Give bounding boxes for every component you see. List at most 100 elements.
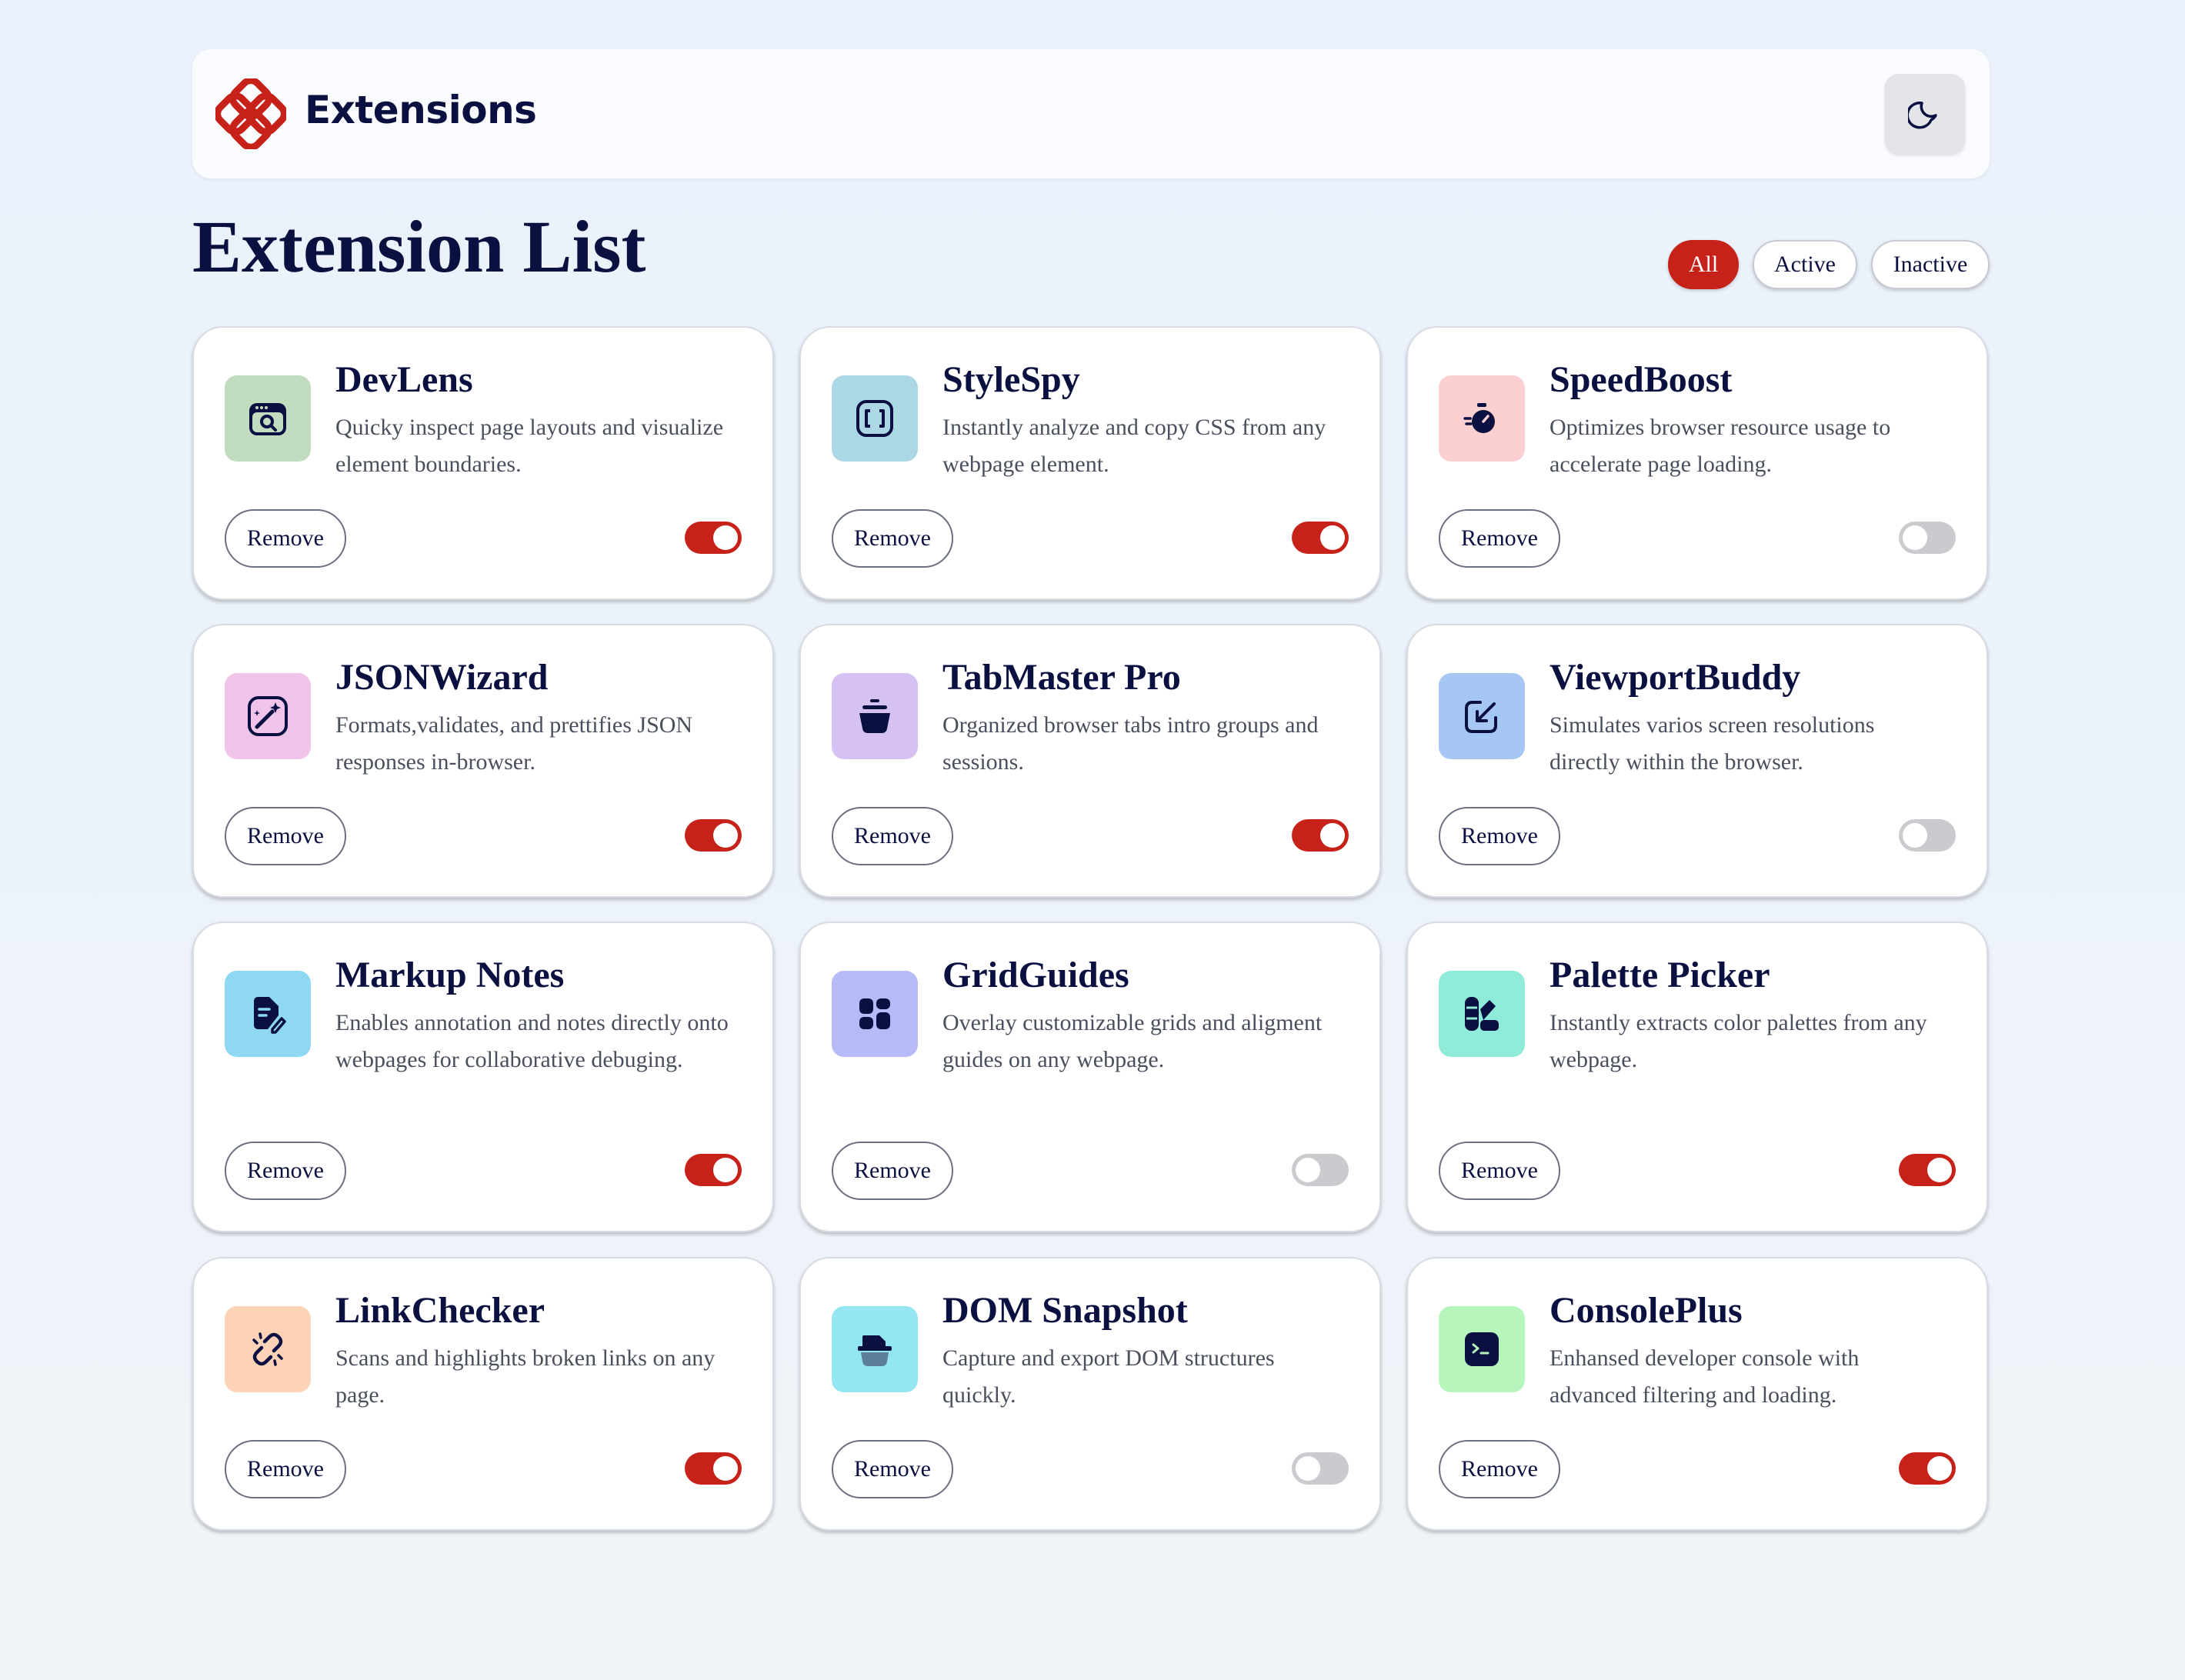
active-toggle[interactable] (1292, 522, 1349, 554)
extension-description: Capture and export DOM structures quickl… (942, 1345, 1275, 1408)
toggle-knob (1296, 1158, 1320, 1182)
extension-description: Simulates varios screen resolutions dire… (1550, 712, 1875, 775)
filter-all-button[interactable]: All (1668, 240, 1739, 289)
snapshot-icon (858, 1335, 892, 1366)
extension-icon-tile (832, 971, 918, 1057)
active-toggle[interactable] (1292, 819, 1349, 852)
extension-card-consoleplus: ConsolePlus Enhansed developer console w… (1406, 1257, 1988, 1531)
logo-icon (215, 78, 286, 149)
extension-icon-tile (832, 673, 918, 759)
extension-card-palette-picker: Palette Picker Instantly extracts color … (1406, 922, 1988, 1232)
stopwatch-icon (1463, 403, 1495, 433)
remove-button[interactable]: Remove (832, 807, 953, 865)
extension-card-viewportbuddy: ViewportBuddy Simulates varios screen re… (1406, 624, 1988, 898)
active-toggle[interactable] (1899, 1154, 1956, 1186)
remove-button[interactable]: Remove (832, 1142, 953, 1200)
extension-name: Markup Notes (335, 955, 565, 995)
active-toggle[interactable] (1899, 819, 1956, 852)
active-toggle[interactable] (1292, 1154, 1349, 1186)
extension-name: ConsolePlus (1550, 1290, 1743, 1331)
extension-icon-tile (225, 673, 311, 759)
remove-button[interactable]: Remove (832, 509, 953, 568)
extension-name: DOM Snapshot (942, 1290, 1188, 1331)
terminal-icon (1465, 1332, 1499, 1366)
extension-card-linkchecker: LinkChecker Scans and highlights broken … (192, 1257, 774, 1531)
active-toggle[interactable] (685, 522, 742, 554)
remove-button[interactable]: Remove (225, 1440, 346, 1498)
remove-button[interactable]: Remove (832, 1440, 953, 1498)
resize-arrow-icon (1465, 701, 1497, 733)
extension-name: DevLens (335, 359, 473, 400)
extension-icon-tile (1439, 1306, 1525, 1392)
page-title: Extension List (192, 205, 646, 288)
toggle-knob (713, 525, 738, 550)
extension-description: Optimizes browser resource usage to acce… (1550, 415, 1891, 477)
remove-button[interactable]: Remove (225, 509, 346, 568)
inspect-browser-icon (249, 403, 286, 435)
broken-link-icon (252, 1332, 283, 1366)
extension-icon-tile (1439, 673, 1525, 759)
toggle-knob (713, 1158, 738, 1182)
extension-card-speedboost: SpeedBoost Optimizes browser resource us… (1406, 326, 1988, 600)
app-header: Extensions (192, 49, 1990, 178)
extension-name: Palette Picker (1550, 955, 1770, 995)
extension-description: Scans and highlights broken links on any… (335, 1345, 716, 1408)
magic-wand-icon (248, 696, 288, 736)
extension-icon-tile (832, 1306, 918, 1392)
extension-name: JSONWizard (335, 657, 549, 698)
active-toggle[interactable] (685, 819, 742, 852)
toggle-knob (1903, 525, 1927, 550)
extension-description: Enhansed developer console with advanced… (1550, 1345, 1860, 1408)
extension-icon-tile (1439, 375, 1525, 462)
extension-card-markup-notes: Markup Notes Enables annotation and note… (192, 922, 774, 1232)
extension-card-dom-snapshot: DOM Snapshot Capture and export DOM stru… (799, 1257, 1381, 1531)
extension-icon-tile (1439, 971, 1525, 1057)
toggle-knob (1320, 525, 1345, 550)
extension-card-devlens: DevLens Quicky inspect page layouts and … (192, 326, 774, 600)
active-toggle[interactable] (685, 1154, 742, 1186)
active-toggle[interactable] (1899, 522, 1956, 554)
extension-icon-tile (832, 375, 918, 462)
brackets-icon (856, 400, 893, 437)
extension-card-stylespy: StyleSpy Instantly analyze and copy CSS … (799, 326, 1381, 600)
extension-icon-tile (225, 1306, 311, 1392)
remove-button[interactable]: Remove (225, 807, 346, 865)
remove-button[interactable]: Remove (225, 1142, 346, 1200)
extension-name: TabMaster Pro (942, 657, 1181, 698)
extension-name: StyleSpy (942, 359, 1080, 400)
remove-button[interactable]: Remove (1439, 807, 1560, 865)
filter-active-button[interactable]: Active (1753, 240, 1857, 289)
toggle-knob (713, 823, 738, 848)
extension-icon-tile (225, 375, 311, 462)
moon-icon (1908, 102, 1937, 129)
brand-name: Extensions (305, 88, 537, 132)
extension-card-gridguides: GridGuides Overlay customizable grids an… (799, 922, 1381, 1232)
active-toggle[interactable] (1899, 1452, 1956, 1485)
toggle-knob (713, 1456, 738, 1481)
filter-group: All Active Inactive (1668, 240, 1990, 289)
extension-description: Organized browser tabs intro groups and … (942, 712, 1319, 775)
theme-toggle-button[interactable] (1885, 74, 1965, 154)
extension-card-tabmaster-pro: TabMaster Pro Organized browser tabs int… (799, 624, 1381, 898)
extension-name: GridGuides (942, 955, 1129, 995)
grid-layout-icon (859, 998, 890, 1029)
remove-button[interactable]: Remove (1439, 1440, 1560, 1498)
extension-description: Overlay customizable grids and aligment … (942, 1010, 1323, 1072)
extension-description: Formats,validates, and prettifies JSON r… (335, 712, 693, 775)
extension-icon-tile (225, 971, 311, 1057)
active-toggle[interactable] (1292, 1452, 1349, 1485)
extension-name: LinkChecker (335, 1290, 545, 1331)
active-toggle[interactable] (685, 1452, 742, 1485)
extension-description: Quicky inspect page layouts and visualiz… (335, 415, 724, 477)
remove-button[interactable]: Remove (1439, 509, 1560, 568)
extension-name: SpeedBoost (1550, 359, 1733, 400)
toggle-knob (1927, 1456, 1952, 1481)
extension-description: Instantly extracts color palettes from a… (1550, 1010, 1927, 1072)
extension-name: ViewportBuddy (1550, 657, 1801, 698)
extension-card-jsonwizard: JSONWizard Formats,validates, and pretti… (192, 624, 774, 898)
extension-description: Enables annotation and notes directly on… (335, 1010, 729, 1072)
palette-icon (1465, 997, 1499, 1031)
filter-inactive-button[interactable]: Inactive (1871, 240, 1990, 289)
toggle-knob (1903, 823, 1927, 848)
remove-button[interactable]: Remove (1439, 1142, 1560, 1200)
